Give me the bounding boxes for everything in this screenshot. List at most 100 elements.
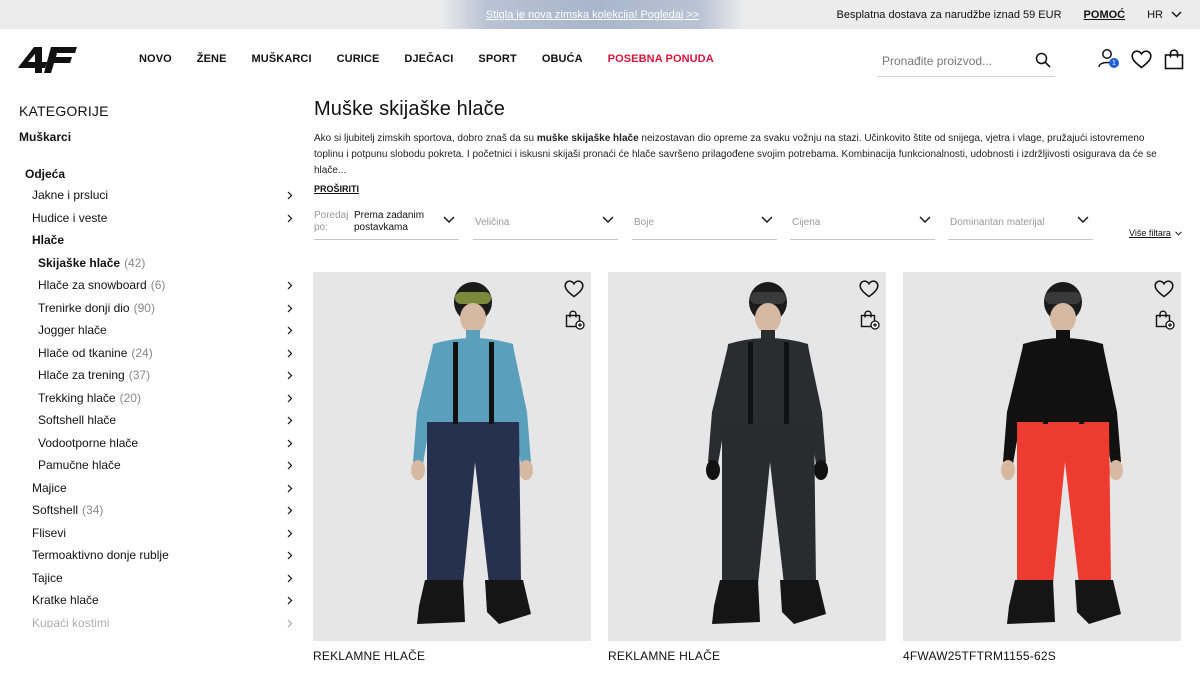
sidebar-item-label: Hudice i veste — [32, 210, 108, 225]
nav-item-special-offer[interactable]: POSEBNA PONUDA — [608, 53, 714, 65]
chevron-right-icon — [287, 619, 293, 627]
sidebar-item[interactable]: Tajice — [19, 567, 295, 590]
add-to-cart-icon[interactable] — [1155, 310, 1175, 330]
account-button[interactable]: 1 — [1097, 48, 1119, 70]
sidebar-item[interactable]: Hlače od tkanine (24) — [19, 342, 295, 365]
sidebar-item-label: Pamučne hlače — [38, 458, 121, 473]
product-card[interactable]: REKLAMNE HLAČE — [313, 272, 591, 663]
sidebar-item[interactable]: Trenirke donji dio (90) — [19, 297, 295, 320]
sort-value: Prema zadanim postavkama — [354, 210, 425, 233]
sidebar-item[interactable]: Hlače za snowboard (6) — [19, 274, 295, 297]
sidebar-item[interactable]: Termoaktivno donje rublje — [19, 544, 295, 567]
sidebar-item[interactable]: Softshell hlače — [19, 409, 295, 432]
sidebar-item[interactable]: Skijaške hlače (42) — [19, 252, 295, 275]
chevron-right-icon — [287, 551, 293, 560]
product-image[interactable] — [313, 272, 591, 641]
chevron-right-icon — [287, 596, 293, 605]
chevron-down-icon — [1171, 11, 1182, 18]
sidebar-item[interactable]: Pamučne hlače — [19, 454, 295, 477]
product-title[interactable]: 4FWAW25TFTRM1155-62S — [903, 649, 1181, 663]
nav-item-curice[interactable]: CURICE — [337, 53, 380, 65]
size-filter[interactable]: Veličina — [473, 205, 618, 240]
size-filter-label: Veličina — [475, 216, 510, 228]
sidebar-item-label: Hlače — [32, 233, 65, 248]
chevron-right-icon — [287, 529, 293, 537]
sidebar-title: KATEGORIJE — [19, 103, 109, 119]
price-filter-label: Cijena — [792, 216, 821, 228]
sidebar-item[interactable]: Flisevi — [19, 522, 295, 545]
shopping-bag-icon[interactable] — [1164, 48, 1184, 70]
product-card[interactable]: REKLAMNE HLAČE — [608, 272, 886, 663]
heart-icon[interactable] — [1154, 280, 1174, 298]
brand-logo[interactable] — [18, 43, 78, 75]
sidebar-item[interactable]: Jakne i prsluci — [19, 184, 295, 207]
header-icons: 1 — [1097, 48, 1184, 70]
sidebar-item[interactable]: Softshell (34) — [19, 499, 295, 522]
chevron-right-icon — [287, 574, 293, 582]
product-title[interactable]: REKLAMNE HLAČE — [313, 649, 591, 663]
sidebar-item-label: Flisevi — [32, 525, 67, 540]
sidebar-item[interactable]: Hudice i veste — [19, 207, 295, 230]
add-to-cart-icon[interactable] — [860, 310, 880, 330]
sidebar-item[interactable]: Kupaći kostimi — [19, 612, 295, 628]
nav-item-zene[interactable]: ŽENE — [197, 53, 227, 65]
search-box — [877, 45, 1055, 77]
sidebar-item-label: Trenirke donji dio — [38, 300, 130, 315]
chevron-right-icon — [287, 214, 293, 222]
sidebar-item-label: Jakne i prsluci — [32, 188, 109, 203]
expand-description-link[interactable]: PROŠIRITI — [314, 184, 359, 194]
sidebar-item-label: Kratke hlače — [32, 593, 99, 608]
category-sidebar: KATEGORIJE Muškarci Odjeća Jakne i prslu… — [19, 100, 295, 628]
nav-item-djecaci[interactable]: DJEČACI — [404, 53, 453, 65]
sidebar-item[interactable]: Hlače — [19, 229, 295, 252]
color-filter-label: Boje — [634, 216, 655, 228]
color-filter[interactable]: Boje — [632, 205, 777, 240]
search-icon[interactable] — [1035, 52, 1051, 68]
heart-icon[interactable] — [564, 280, 584, 298]
product-image[interactable] — [608, 272, 886, 641]
sidebar-item-label: Termoaktivno donje rublje — [32, 548, 169, 563]
more-filters-button[interactable]: Više filtara — [1129, 228, 1182, 238]
sidebar-item[interactable]: Hlače za trening (37) — [19, 364, 295, 387]
product-card[interactable]: 4FWAW25TFTRM1155-62S — [903, 272, 1181, 663]
nav-item-muskarci[interactable]: MUŠKARCI — [252, 53, 312, 65]
product-title[interactable]: REKLAMNE HLAČE — [608, 649, 886, 663]
nav-item-obuca[interactable]: OBUĆA — [542, 53, 583, 65]
sort-select[interactable]: Poredaj po: Prema zadanim postavkama — [314, 205, 459, 240]
sidebar-item[interactable]: Kratke hlače — [19, 589, 295, 612]
sidebar-item[interactable]: Vodootporne hlače — [19, 432, 295, 455]
language-selector[interactable]: HR — [1147, 9, 1182, 21]
sidebar-item-label: Trekking hlače — [38, 390, 116, 405]
top-bar: Stigla je nova zimska kolekcija! Pogleda… — [0, 0, 1200, 29]
chevron-down-icon — [761, 216, 773, 223]
sidebar-item-count: (34) — [82, 503, 104, 518]
product-image[interactable] — [903, 272, 1181, 641]
chevron-right-icon — [287, 394, 293, 402]
sidebar-item[interactable]: Jogger hlače — [19, 319, 295, 342]
nav-item-sport[interactable]: SPORT — [478, 53, 516, 65]
add-to-cart-icon[interactable] — [565, 310, 585, 330]
chevron-down-icon — [443, 216, 455, 223]
sidebar-item[interactable]: Majice — [19, 477, 295, 500]
chevron-down-icon — [1077, 216, 1089, 223]
description-highlight: muške skijaške hlače — [536, 133, 639, 144]
product-photo — [706, 282, 828, 624]
chevron-right-icon — [287, 371, 293, 380]
main-nav: NOVO ŽENE MUŠKARCI CURICE DJEČACI SPORT … — [139, 53, 714, 65]
chevron-right-icon — [287, 191, 293, 200]
chevron-right-icon — [287, 349, 293, 357]
sidebar-item[interactable]: Trekking hlače (20) — [19, 387, 295, 410]
heart-icon[interactable] — [1131, 49, 1152, 69]
promo-banner[interactable]: Stigla je nova zimska kolekcija! Pogleda… — [440, 0, 745, 29]
help-link[interactable]: POMOĆ — [1084, 9, 1126, 21]
sidebar-item-count: (37) — [128, 368, 151, 383]
page-title: Muške skijaške hlače — [314, 98, 505, 120]
heart-icon[interactable] — [859, 280, 879, 298]
search-input[interactable] — [877, 53, 1017, 68]
material-filter[interactable]: Dominantan materijal — [948, 205, 1093, 240]
price-filter[interactable]: Cijena — [790, 205, 935, 240]
promo-link[interactable]: Stigla je nova zimska kolekcija! Pogleda… — [486, 9, 699, 21]
sidebar-group[interactable]: Odjeća — [25, 167, 295, 181]
sidebar-gender[interactable]: Muškarci — [19, 130, 295, 144]
nav-item-novo[interactable]: NOVO — [139, 53, 172, 65]
